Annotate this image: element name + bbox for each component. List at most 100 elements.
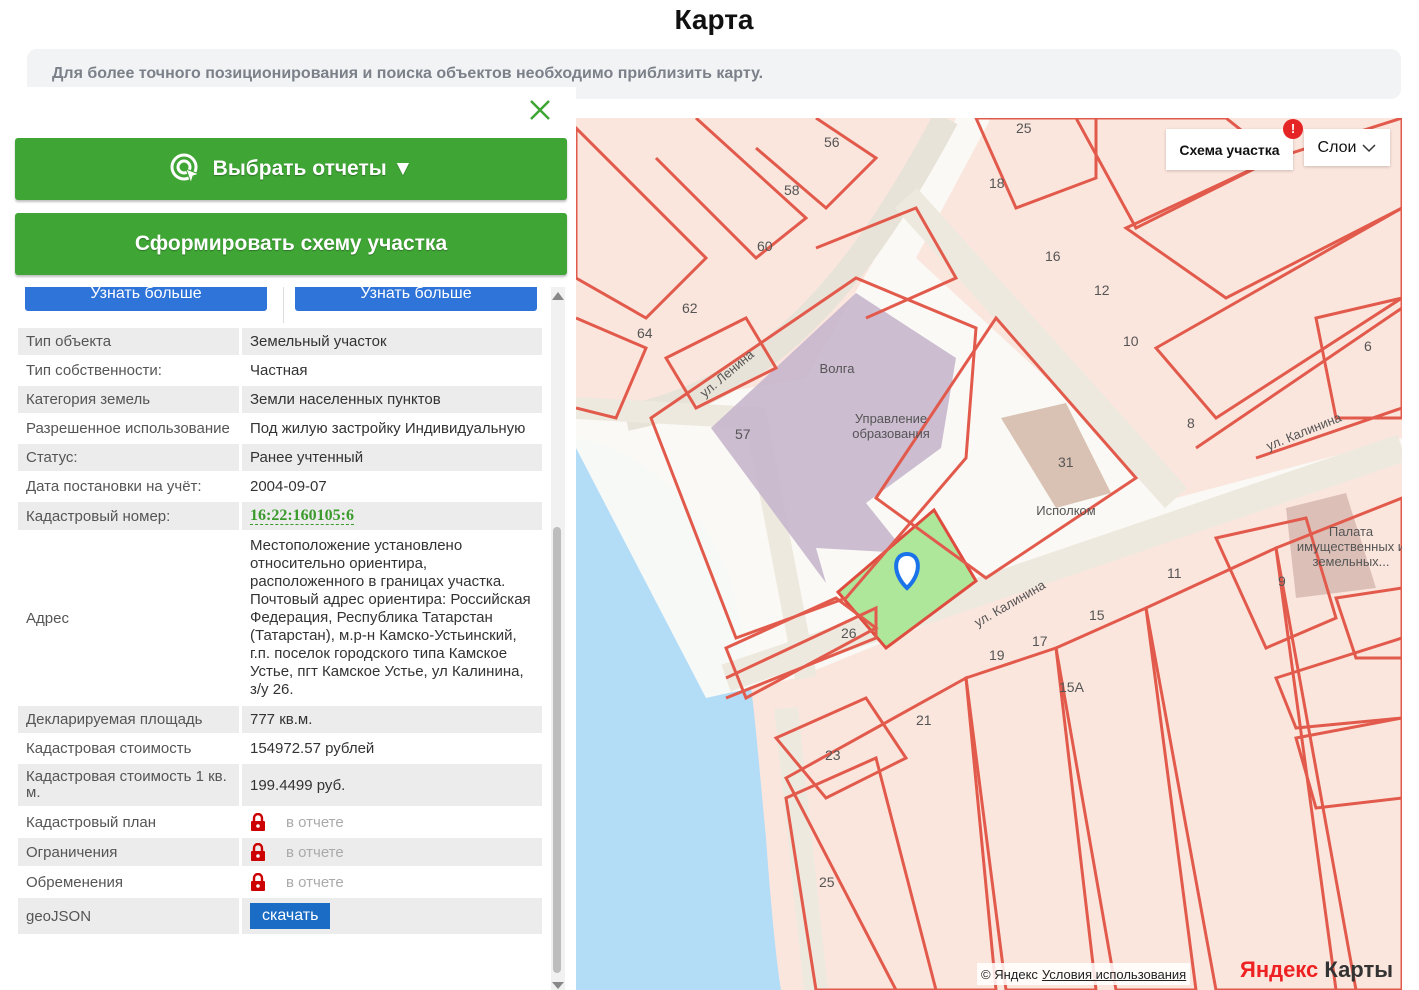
row-value: Местоположение установлено относительно … xyxy=(250,537,531,698)
lock-icon xyxy=(250,872,266,891)
row-key: Тип собственности: xyxy=(18,357,242,384)
terms-link[interactable]: Условия использования xyxy=(1042,967,1186,982)
chevron-down-icon xyxy=(1362,143,1376,152)
parcel-number-label: 10 xyxy=(1123,333,1139,349)
parcel-number-label: 25 xyxy=(819,874,835,890)
in-report-text: в отчете xyxy=(286,873,344,891)
table-row: Тип собственности: Частная xyxy=(18,357,542,384)
learn-more-button-1[interactable]: Узнать больше xyxy=(25,286,267,311)
table-row: Кадастровый план в отчете xyxy=(18,808,542,836)
parcel-number-label: 64 xyxy=(637,325,653,341)
alert-badge: ! xyxy=(1283,119,1303,139)
row-value: в отчете xyxy=(242,808,542,836)
row-key: geoJSON xyxy=(18,898,242,934)
row-value: 2004-09-07 xyxy=(250,478,327,495)
select-reports-button[interactable]: Выбрать отчеты ▼ xyxy=(15,138,567,200)
table-row: Кадастровая стоимость 154972.57 рублей xyxy=(18,735,542,762)
row-key: Адрес xyxy=(18,532,242,704)
layers-label: Слои xyxy=(1317,138,1357,156)
table-row: Статус: Ранее учтенный xyxy=(18,444,542,471)
table-row: Адрес Местоположение установлено относите… xyxy=(18,532,542,704)
table-row: geoJSON скачать xyxy=(18,898,542,934)
parcel-number-label: 17 xyxy=(1032,633,1048,649)
cadastral-number-link[interactable]: 16:22:160105:6 xyxy=(250,507,354,525)
layers-button[interactable]: Слои xyxy=(1304,129,1390,166)
scroll-up-arrow-icon[interactable] xyxy=(552,292,564,300)
poi-ispolkom[interactable]: Исполком xyxy=(1026,503,1106,518)
scroll-down-arrow-icon[interactable] xyxy=(552,982,564,989)
column-divider xyxy=(283,287,284,323)
parcel-number-label: 11 xyxy=(1167,565,1182,581)
table-row: Дата постановки на учёт: 2004-09-07 xyxy=(18,473,542,500)
row-key: Кадастровая стоимость 1 кв. м. xyxy=(18,764,242,806)
parcel-number-label: 15А xyxy=(1059,679,1084,695)
row-value: в отчете xyxy=(242,838,542,866)
parcel-number-label: 60 xyxy=(757,238,773,254)
scrollbar-thumb[interactable] xyxy=(553,527,561,973)
map-view[interactable]: 56 58 60 62 64 57 25 18 16 12 10 6 8 31 … xyxy=(576,118,1402,990)
in-report-text: в отчете xyxy=(286,843,344,861)
parcel-number-label: 23 xyxy=(825,747,841,763)
parcel-number-label: 18 xyxy=(989,175,1005,191)
row-key: Обременения xyxy=(18,868,242,896)
table-row: Категория земель Земли населенных пунктов xyxy=(18,386,542,413)
row-key: Кадастровая стоимость xyxy=(18,735,242,762)
map-attribution: © Яндекс Условия использования xyxy=(977,963,1191,985)
parcel-number-label: 16 xyxy=(1045,248,1061,264)
parcel-number-label: 6 xyxy=(1364,338,1372,354)
parcel-number-label: 15 xyxy=(1089,607,1105,623)
parcel-info-table: Тип объекта Земельный участок Тип собстве… xyxy=(18,326,542,936)
parcel-number-label: 62 xyxy=(682,300,698,316)
table-row: Кадастровая стоимость 1 кв. м. 199.4499 р… xyxy=(18,764,542,806)
page-title: Карта xyxy=(674,4,754,35)
row-key: Дата постановки на учёт: xyxy=(18,473,242,500)
parcel-number-label: 8 xyxy=(1187,415,1195,431)
row-key: Категория земель xyxy=(18,386,242,413)
row-value: в отчете xyxy=(242,868,542,896)
lock-icon xyxy=(250,842,266,861)
row-value: 777 кв.м. xyxy=(242,706,542,733)
parcel-number-label: 25 xyxy=(1016,120,1032,136)
table-row: Тип объекта Земельный участок xyxy=(18,328,542,355)
poi-volga[interactable]: Волга xyxy=(814,361,860,376)
row-value: Частная xyxy=(250,362,308,379)
yandex-maps-logo[interactable]: Яндекс Карты xyxy=(1240,957,1393,983)
row-value: 16:22:160105:6 xyxy=(242,502,542,530)
parcel-number-label: 21 xyxy=(916,712,932,728)
parcel-number-label: 56 xyxy=(824,134,840,150)
learn-more-button-2[interactable]: Узнать больше xyxy=(295,286,537,311)
close-icon[interactable] xyxy=(529,99,551,121)
table-row: Декларируемая площадь 777 кв.м. xyxy=(18,706,542,733)
row-value: Ранее учтенный xyxy=(242,444,542,471)
target-cursor-icon xyxy=(170,153,201,185)
row-key: Тип объекта xyxy=(18,328,242,355)
row-key: Декларируемая площадь xyxy=(18,706,242,733)
row-value: Земли населенных пунктов xyxy=(242,386,542,413)
parcel-number-label: 9 xyxy=(1278,573,1286,589)
parcel-number-label: 26 xyxy=(841,625,857,641)
row-value: 199.4499 руб. xyxy=(242,764,542,806)
row-value: Под жилую застройку Индивидуальную xyxy=(250,420,526,437)
select-reports-label: Выбрать отчеты ▼ xyxy=(212,157,414,180)
copyright-text: © Яндекс xyxy=(981,966,1038,982)
row-key: Кадастровый номер: xyxy=(18,502,242,530)
parcel-number-label: 58 xyxy=(784,182,800,198)
map-canvas xyxy=(576,118,1402,990)
in-report-text: в отчете xyxy=(286,813,344,831)
poi-palata[interactable]: Палата имущественных и земельных... xyxy=(1296,524,1402,569)
logo-maps: Карты xyxy=(1318,957,1394,982)
lock-icon xyxy=(250,812,266,831)
scheme-button[interactable]: Схема участка xyxy=(1166,129,1293,170)
parcel-number-label: 31 xyxy=(1058,454,1074,470)
table-row: Разрешенное использование Под жилую застр… xyxy=(18,415,542,442)
zoom-notice-text: Для более точного позиционирования и пои… xyxy=(52,65,764,82)
row-value: скачать xyxy=(242,898,542,934)
row-key: Статус: xyxy=(18,444,242,471)
form-scheme-button[interactable]: Сформировать схему участка xyxy=(15,213,567,275)
poi-uprav[interactable]: Управление образования xyxy=(841,411,941,441)
table-row: Обременения в отчете xyxy=(18,868,542,896)
download-geojson-button[interactable]: скачать xyxy=(250,903,331,929)
parcel-number-label: 12 xyxy=(1094,282,1110,298)
row-value: 154972.57 рублей xyxy=(250,740,375,757)
table-row: Ограничения в отчете xyxy=(18,838,542,866)
